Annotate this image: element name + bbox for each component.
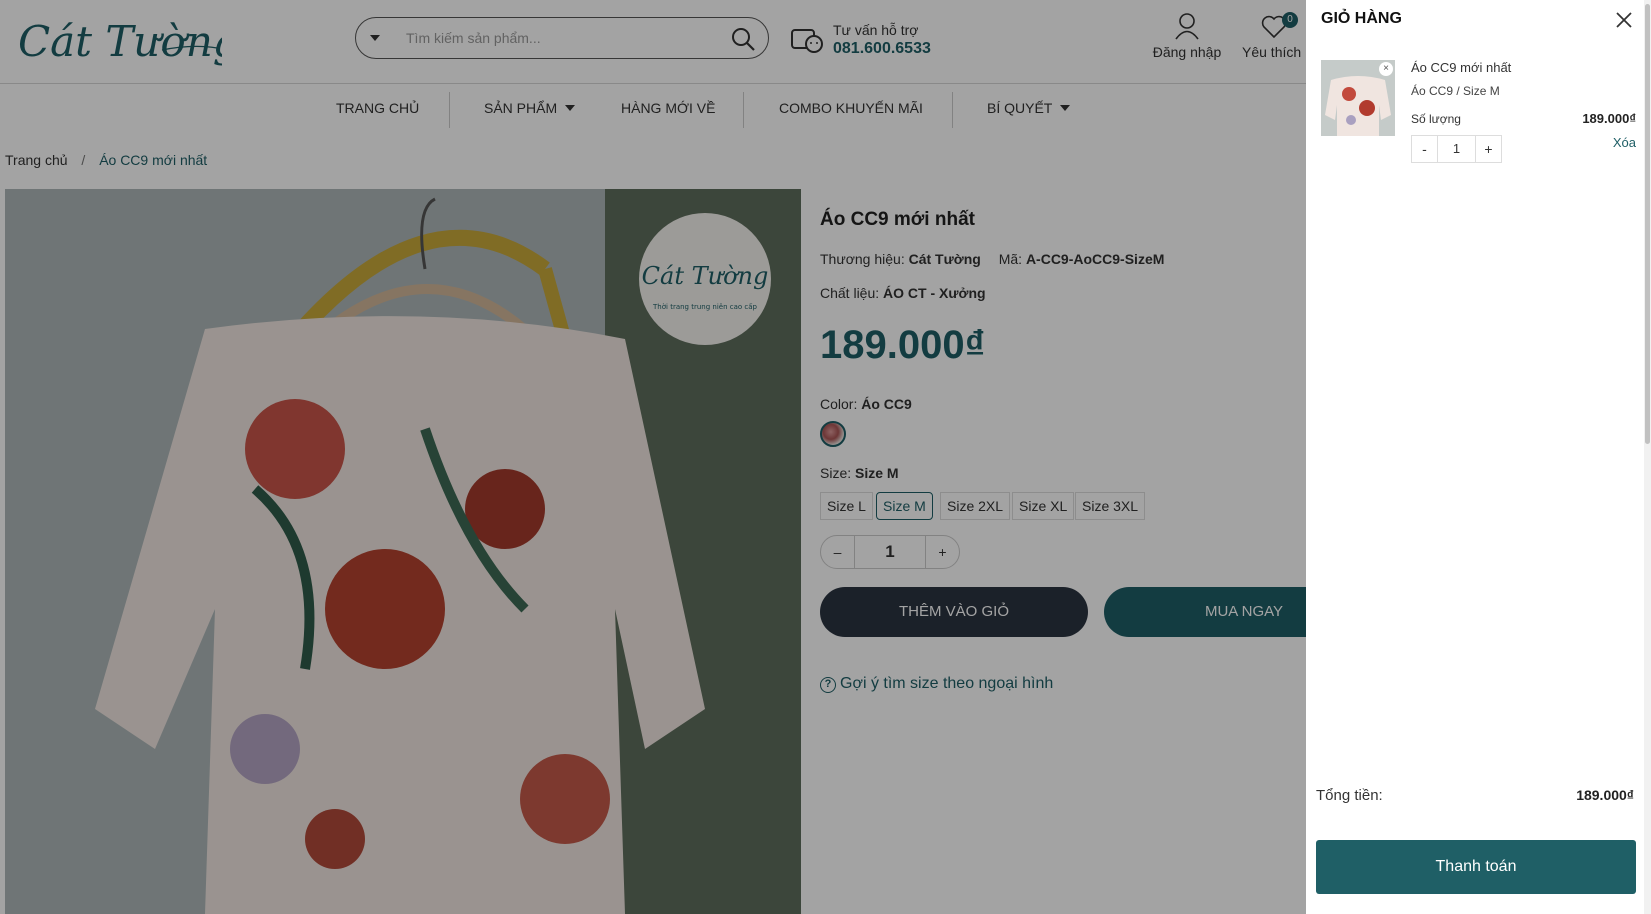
cart-total-value: 189.000₫	[1576, 787, 1634, 803]
cart-drawer: GIỎ HÀNG × Áo CC9 mới nhất Áo CC9 / Size…	[1306, 0, 1651, 914]
checkout-button[interactable]: Thanh toán	[1316, 840, 1636, 894]
modal-backdrop[interactable]	[0, 0, 1306, 914]
cart-item-thumbnail[interactable]: ×	[1321, 60, 1395, 136]
close-icon[interactable]	[1614, 10, 1634, 30]
scrollbar[interactable]	[1644, 0, 1651, 914]
cart-qty-increase-button[interactable]: +	[1475, 136, 1501, 162]
cart-line-item: × Áo CC9 mới nhất Áo CC9 / Size M Số lượ…	[1321, 60, 1636, 170]
cart-title: GIỎ HÀNG	[1321, 10, 1402, 27]
cart-qty-decrease-button[interactable]: -	[1412, 136, 1438, 162]
cart-item-qty-label: Số lượng	[1411, 112, 1461, 126]
cart-item-quantity-stepper: - 1 +	[1411, 135, 1502, 163]
cart-qty-input[interactable]: 1	[1438, 136, 1475, 162]
scrollbar-thumb[interactable]	[1645, 4, 1650, 444]
cart-item-price: 189.000₫	[1582, 111, 1636, 126]
cart-item-name[interactable]: Áo CC9 mới nhất	[1411, 60, 1511, 75]
cart-total-label: Tổng tiền:	[1316, 787, 1383, 804]
remove-item-icon[interactable]: ×	[1379, 62, 1393, 76]
cart-item-variant: Áo CC9 / Size M	[1411, 84, 1500, 98]
cart-item-remove-link[interactable]: Xóa	[1613, 135, 1636, 150]
